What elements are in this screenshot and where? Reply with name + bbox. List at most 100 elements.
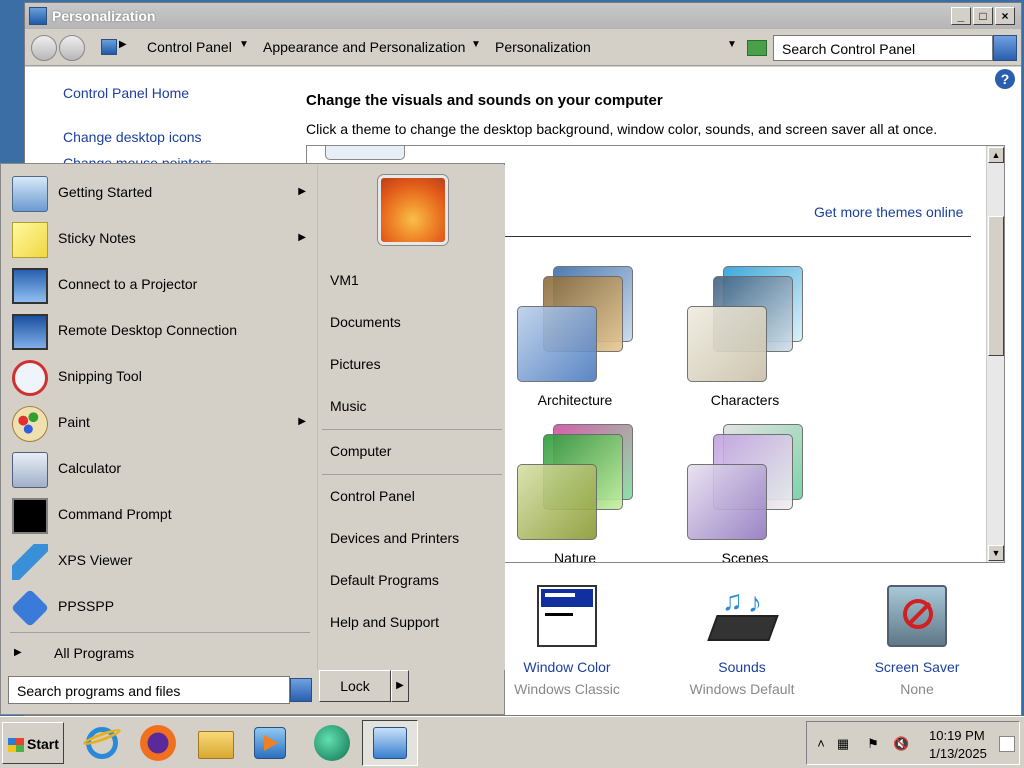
file-explorer-icon[interactable] bbox=[196, 723, 236, 763]
sounds-icon: ♫ ♪ bbox=[707, 585, 779, 647]
item-subtitle: Windows Default bbox=[689, 681, 795, 697]
item-name[interactable]: Window Color bbox=[492, 659, 642, 675]
clock-time[interactable]: 10:19 PM bbox=[929, 728, 985, 743]
start-item-calculator[interactable]: Calculator bbox=[2, 446, 316, 492]
start-link-computer[interactable]: Computer bbox=[330, 443, 391, 459]
volume-muted-icon[interactable]: 🔇 bbox=[893, 736, 909, 752]
window-color-item[interactable]: Window Color Windows Classic bbox=[492, 585, 642, 697]
submenu-arrow-icon[interactable]: ▶ bbox=[298, 232, 306, 243]
get-more-themes-link[interactable]: Get more themes online bbox=[814, 204, 963, 220]
chevron-down-icon[interactable]: ▼ bbox=[239, 39, 249, 50]
start-item-xps-viewer[interactable]: XPS Viewer bbox=[2, 538, 316, 584]
all-programs-button[interactable]: ▶ All Programs bbox=[12, 643, 312, 667]
start-button[interactable]: Start bbox=[2, 722, 64, 764]
item-subtitle: None bbox=[900, 681, 934, 697]
theme-thumbnail[interactable] bbox=[325, 146, 405, 160]
taskbar-personalization-button[interactable] bbox=[362, 720, 418, 766]
start-item-command-prompt[interactable]: Command Prompt bbox=[2, 492, 316, 538]
sidebar-link-desktop-icons[interactable]: Change desktop icons bbox=[63, 129, 202, 145]
start-link-pictures[interactable]: Pictures bbox=[330, 356, 381, 372]
theme-label: Nature bbox=[553, 550, 597, 563]
start-item-sticky-notes[interactable]: Sticky Notes ▶ bbox=[2, 216, 316, 262]
crumb-appearance[interactable]: Appearance and Personalization bbox=[263, 39, 465, 55]
sounds-item[interactable]: ♫ ♪ Sounds Windows Default bbox=[667, 585, 817, 697]
start-link-default-programs[interactable]: Default Programs bbox=[330, 572, 439, 588]
start-link-help-support[interactable]: Help and Support bbox=[330, 614, 439, 630]
page-description: Click a theme to change the desktop back… bbox=[306, 121, 938, 137]
breadcrumb[interactable]: ▶ Control Panel ▼ Appearance and Persona… bbox=[99, 35, 741, 61]
shutdown-options-icon[interactable]: ▶ bbox=[391, 670, 409, 702]
start-link-documents[interactable]: Documents bbox=[330, 314, 401, 330]
start-item-getting-started[interactable]: Getting Started ▶ bbox=[2, 170, 316, 216]
start-item-projector[interactable]: Connect to a Projector bbox=[2, 262, 316, 308]
scroll-up-icon[interactable]: ▲ bbox=[988, 147, 1004, 163]
search-programs-input[interactable]: Search programs and files bbox=[8, 676, 290, 704]
app-icon[interactable] bbox=[312, 723, 352, 763]
submenu-arrow-icon[interactable]: ▶ bbox=[298, 186, 306, 197]
start-item-ppsspp[interactable]: PPSSPP bbox=[2, 584, 316, 630]
back-button[interactable] bbox=[31, 35, 57, 61]
divider bbox=[10, 632, 310, 633]
chevron-right-icon[interactable]: ▶ bbox=[119, 39, 127, 50]
page-title: Change the visuals and sounds on your co… bbox=[306, 92, 663, 109]
maximize-button[interactable]: □ bbox=[973, 7, 993, 25]
search-icon[interactable] bbox=[993, 35, 1017, 61]
chevron-down-icon[interactable]: ▼ bbox=[471, 39, 481, 50]
media-player-icon[interactable] bbox=[250, 723, 290, 763]
search-control-panel-input[interactable]: Search Control Panel bbox=[773, 35, 993, 61]
start-link-vm1[interactable]: VM1 bbox=[330, 272, 359, 288]
start-link-devices-printers[interactable]: Devices and Printers bbox=[330, 530, 459, 546]
action-center-flag-icon[interactable]: ⚑ bbox=[865, 736, 881, 752]
divider bbox=[322, 474, 502, 475]
start-link-control-panel[interactable]: Control Panel bbox=[330, 488, 415, 504]
show-desktop-icon[interactable] bbox=[999, 736, 1015, 752]
theme-characters[interactable]: Characters bbox=[665, 266, 825, 416]
start-item-label: Paint bbox=[58, 414, 90, 430]
divider bbox=[322, 429, 502, 430]
command-prompt-icon bbox=[12, 498, 48, 534]
lock-button[interactable]: Lock bbox=[319, 670, 391, 702]
system-tray: ˄ ▦ ⚑ 🔇 10:19 PM 1/13/2025 bbox=[806, 721, 1020, 765]
internet-explorer-icon[interactable] bbox=[81, 723, 123, 763]
help-icon[interactable]: ? bbox=[995, 69, 1015, 89]
show-hidden-icons-icon[interactable]: ˄ bbox=[813, 736, 829, 752]
start-item-paint[interactable]: Paint ▶ bbox=[2, 400, 316, 446]
clock-date[interactable]: 1/13/2025 bbox=[929, 746, 987, 761]
scroll-thumb[interactable] bbox=[988, 216, 1004, 356]
item-name[interactable]: Sounds bbox=[667, 659, 817, 675]
start-link-music[interactable]: Music bbox=[330, 398, 367, 414]
theme-architecture[interactable]: Architecture bbox=[495, 266, 655, 416]
forward-button[interactable] bbox=[59, 35, 85, 61]
crumb-personalization[interactable]: Personalization bbox=[495, 39, 591, 55]
search-icon[interactable] bbox=[290, 678, 312, 702]
sticky-notes-icon bbox=[12, 222, 48, 258]
refresh-icon[interactable] bbox=[747, 40, 767, 56]
screen-saver-icon bbox=[887, 585, 947, 647]
crumb-control-panel[interactable]: Control Panel bbox=[147, 39, 232, 55]
start-item-remote-desktop[interactable]: Remote Desktop Connection bbox=[2, 308, 316, 354]
theme-scrollbar[interactable]: ▲ ▼ bbox=[986, 146, 1004, 562]
sidebar-link-control-panel-home[interactable]: Control Panel Home bbox=[63, 85, 189, 101]
address-dropdown-icon[interactable]: ▼ bbox=[727, 39, 737, 50]
title-bar[interactable]: Personalization _ □ × bbox=[25, 3, 1021, 29]
network-icon[interactable]: ▦ bbox=[835, 736, 851, 752]
control-panel-icon bbox=[373, 727, 407, 759]
control-panel-crumb-icon bbox=[101, 39, 117, 55]
scroll-down-icon[interactable]: ▼ bbox=[988, 545, 1004, 561]
start-item-label: XPS Viewer bbox=[58, 552, 133, 568]
close-button[interactable]: × bbox=[995, 7, 1015, 25]
screen-saver-item[interactable]: Screen Saver None bbox=[842, 585, 992, 697]
address-bar: ▶ Control Panel ▼ Appearance and Persona… bbox=[25, 30, 1021, 66]
theme-preview bbox=[687, 464, 767, 540]
theme-scenes[interactable]: Scenes bbox=[665, 424, 825, 562]
submenu-arrow-icon[interactable]: ▶ bbox=[298, 416, 306, 427]
start-item-snipping-tool[interactable]: Snipping Tool bbox=[2, 354, 316, 400]
item-name[interactable]: Screen Saver bbox=[842, 659, 992, 675]
window-title: Personalization bbox=[52, 8, 156, 24]
divider bbox=[487, 236, 971, 237]
minimize-button[interactable]: _ bbox=[951, 7, 971, 25]
theme-nature[interactable]: Nature bbox=[495, 424, 655, 563]
start-item-label: Getting Started bbox=[58, 184, 153, 200]
firefox-icon[interactable] bbox=[138, 723, 178, 763]
user-avatar[interactable] bbox=[378, 175, 448, 245]
